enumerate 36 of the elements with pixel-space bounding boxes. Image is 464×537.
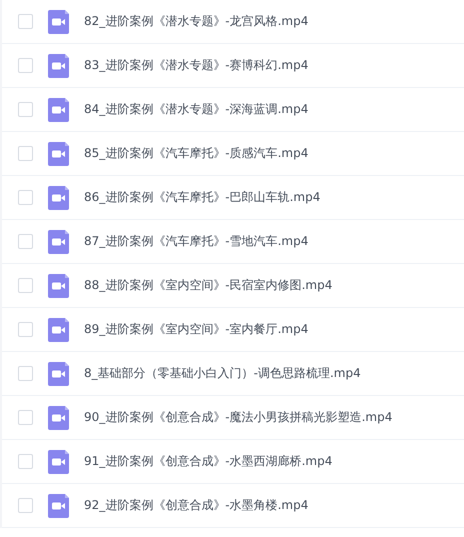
checkbox[interactable] — [18, 234, 33, 249]
video-file-icon — [48, 230, 69, 254]
checkbox[interactable] — [18, 498, 33, 513]
video-file-icon — [48, 54, 69, 78]
video-file-icon — [48, 362, 69, 386]
file-name[interactable]: 88_进阶案例《室内空间》-民宿室内修图.mp4 — [84, 277, 332, 294]
checkbox[interactable] — [18, 190, 33, 205]
video-file-icon — [48, 318, 69, 342]
checkbox[interactable] — [18, 58, 33, 73]
checkbox[interactable] — [18, 278, 33, 293]
video-file-icon — [48, 186, 69, 210]
checkbox[interactable] — [18, 102, 33, 117]
file-name[interactable]: 8_基础部分（零基础小白入门）-调色思路梳理.mp4 — [84, 365, 361, 382]
file-name[interactable]: 89_进阶案例《室内空间》-室内餐厅.mp4 — [84, 321, 308, 338]
file-name[interactable]: 90_进阶案例《创意合成》-魔法小男孩拼稿光影塑造.mp4 — [84, 409, 392, 426]
checkbox[interactable] — [18, 454, 33, 469]
video-file-icon — [48, 494, 69, 518]
checkbox[interactable] — [18, 146, 33, 161]
checkbox[interactable] — [18, 14, 33, 29]
checkbox[interactable] — [18, 322, 33, 337]
file-name[interactable]: 83_进阶案例《潜水专题》-赛博科幻.mp4 — [84, 57, 308, 74]
video-file-icon — [48, 450, 69, 474]
video-file-icon — [48, 10, 69, 34]
file-name[interactable]: 84_进阶案例《潜水专题》-深海蓝调.mp4 — [84, 101, 308, 118]
file-name[interactable]: 87_进阶案例《汽车摩托》-雪地汽车.mp4 — [84, 233, 308, 250]
video-file-icon — [48, 406, 69, 430]
video-file-icon — [48, 142, 69, 166]
video-file-icon — [48, 98, 69, 122]
checkbox[interactable] — [18, 366, 33, 381]
video-file-icon — [48, 274, 69, 298]
file-name[interactable]: 86_进阶案例《汽车摩托》-巴郎山车轨.mp4 — [84, 189, 320, 206]
file-name[interactable]: 85_进阶案例《汽车摩托》-质感汽车.mp4 — [84, 145, 308, 162]
file-name[interactable]: 91_进阶案例《创意合成》-水墨西湖廊桥.mp4 — [84, 453, 332, 470]
file-name[interactable]: 82_进阶案例《潜水专题》-龙宫风格.mp4 — [84, 13, 308, 30]
checkbox[interactable] — [18, 410, 33, 425]
file-name[interactable]: 92_进阶案例《创意合成》-水墨角楼.mp4 — [84, 497, 308, 514]
